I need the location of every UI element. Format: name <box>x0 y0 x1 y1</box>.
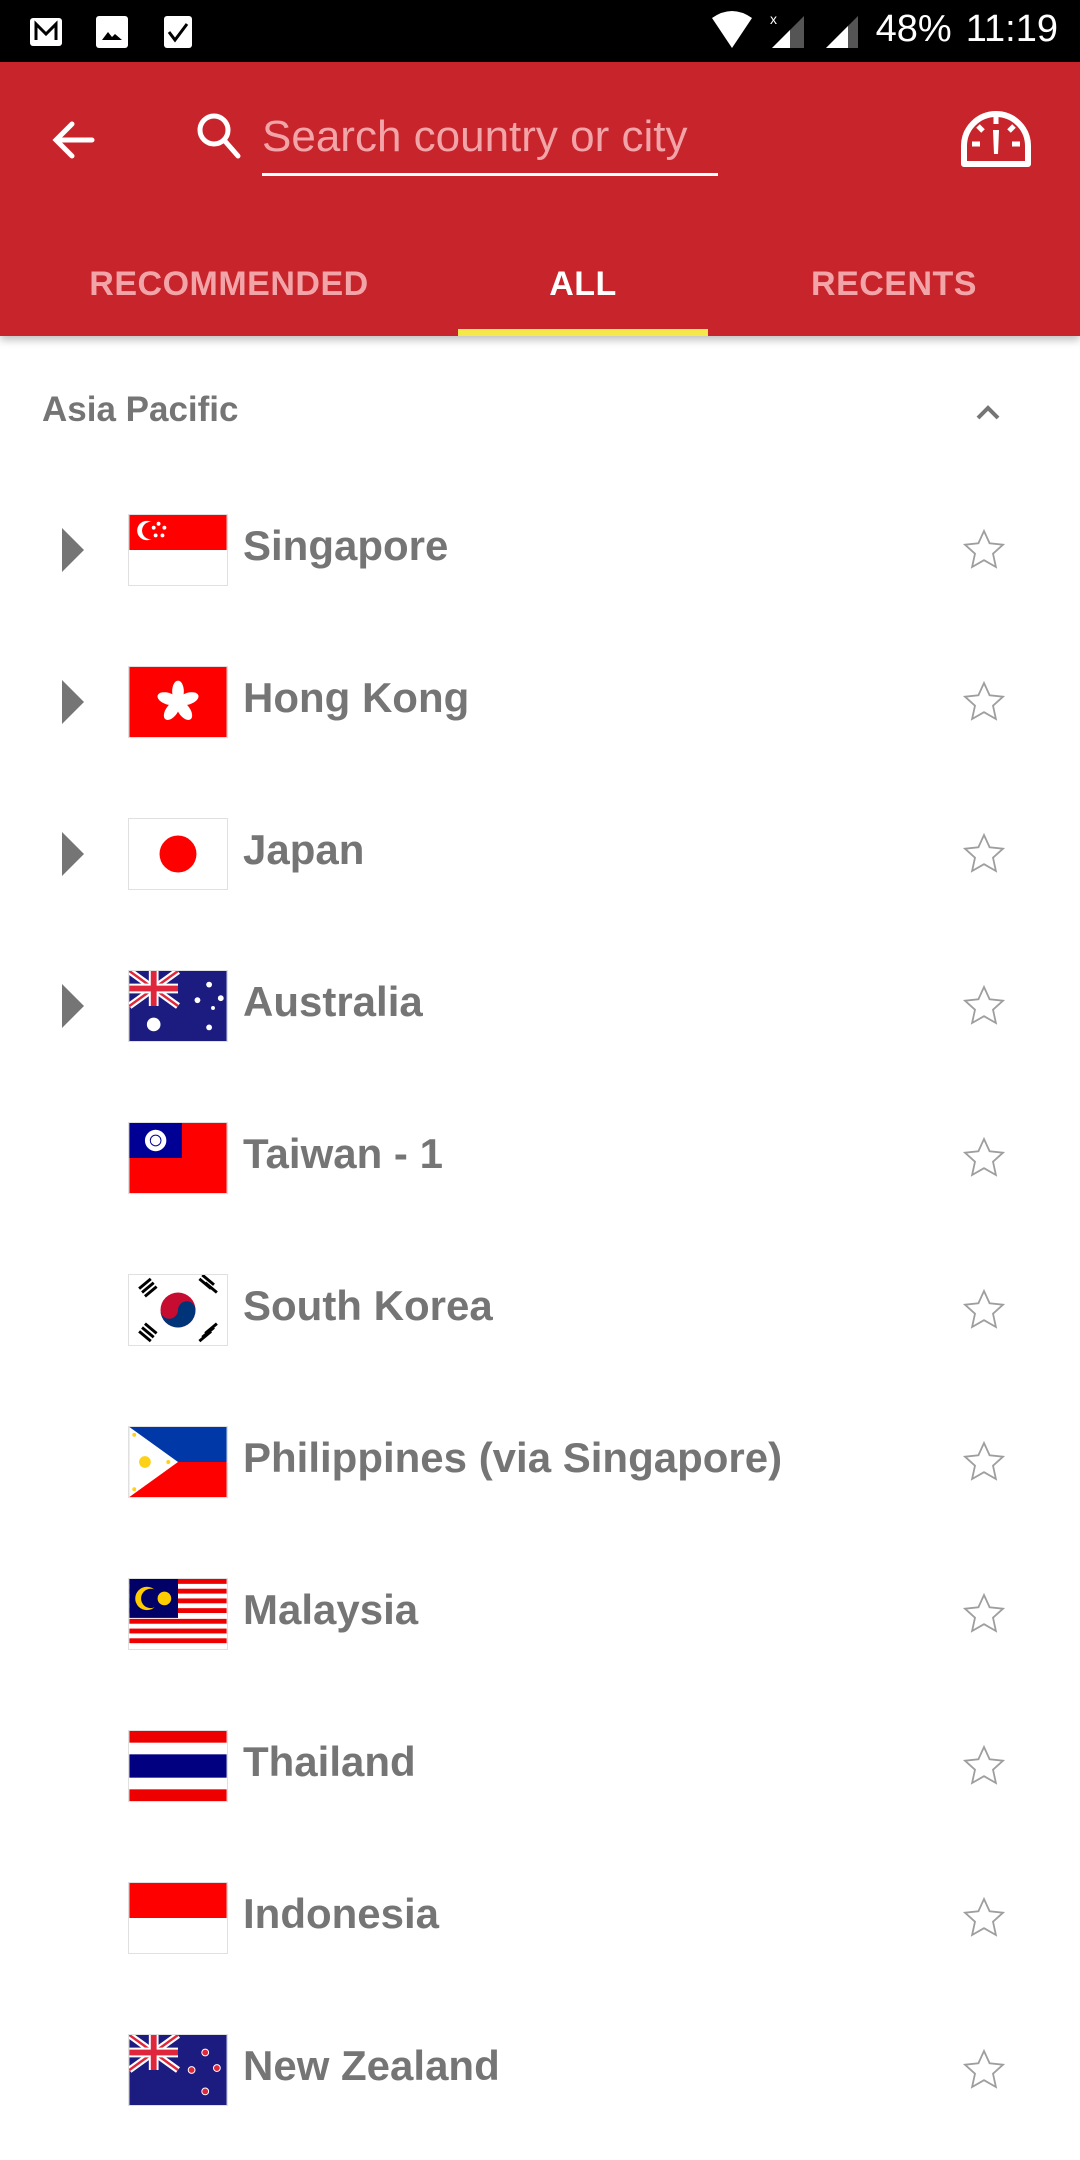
country-name: Japan <box>243 826 365 873</box>
expand-arrow-icon[interactable] <box>62 680 84 724</box>
country-name: Philippines (via Singapore) <box>243 1434 783 1481</box>
flag-taiwan-icon <box>128 1122 228 1194</box>
star-outline-icon[interactable] <box>962 528 1006 572</box>
list-item[interactable]: Philippines (via Singapore) <box>0 1386 1080 1538</box>
gallery-icon <box>96 16 128 48</box>
star-outline-icon[interactable] <box>962 1592 1006 1636</box>
speedometer-icon[interactable] <box>958 106 1034 170</box>
tab-bar: RECOMMENDED ALL RECENTS <box>0 232 1080 336</box>
svg-text:x: x <box>770 11 777 27</box>
list-item[interactable]: Malaysia <box>0 1538 1080 1690</box>
flag-south-korea-icon <box>128 1274 228 1346</box>
country-list: Singapore Hong Kong Japan Australia Taiw… <box>0 474 1080 2146</box>
flag-indonesia-icon <box>128 1882 228 1954</box>
star-outline-icon[interactable] <box>962 832 1006 876</box>
wifi-icon <box>711 10 752 48</box>
search-field[interactable] <box>262 100 718 176</box>
country-name: Hong Kong <box>243 674 470 721</box>
expand-arrow-icon[interactable] <box>62 832 84 876</box>
chevron-up-icon[interactable] <box>970 394 1006 430</box>
flag-thailand-icon <box>128 1730 228 1802</box>
flag-philippines-icon <box>128 1426 228 1498</box>
country-name: Taiwan - 1 <box>243 1130 443 1177</box>
country-name: New Zealand <box>243 2042 500 2089</box>
mobile-signal-no-data-icon: x <box>770 11 804 48</box>
search-input[interactable] <box>262 100 718 173</box>
country-name: Singapore <box>243 522 449 569</box>
section-title: Asia Pacific <box>42 390 239 429</box>
star-outline-icon[interactable] <box>962 1440 1006 1484</box>
tab-all[interactable]: ALL <box>458 232 708 336</box>
tasks-icon <box>164 16 192 48</box>
country-name: Malaysia <box>243 1586 419 1633</box>
status-bar: x 48% 11:19 <box>0 0 1080 62</box>
battery-level: 48% <box>875 8 952 50</box>
country-name: Indonesia <box>243 1890 440 1937</box>
expand-arrow-icon[interactable] <box>62 984 84 1028</box>
expand-arrow-icon[interactable] <box>62 528 84 572</box>
star-outline-icon[interactable] <box>962 1744 1006 1788</box>
search-icon <box>197 113 241 159</box>
list-item[interactable]: South Korea <box>0 1234 1080 1386</box>
list-item[interactable]: New Zealand <box>0 1994 1080 2146</box>
list-item[interactable]: Indonesia <box>0 1842 1080 1994</box>
list-item[interactable]: Australia <box>0 930 1080 1082</box>
country-name: South Korea <box>243 1282 493 1329</box>
clock: 11:19 <box>965 8 1058 50</box>
country-name: Thailand <box>243 1738 416 1785</box>
app-bar: RECOMMENDED ALL RECENTS <box>0 62 1080 336</box>
flag-malaysia-icon <box>128 1578 228 1650</box>
star-outline-icon[interactable] <box>962 1896 1006 1940</box>
star-outline-icon[interactable] <box>962 984 1006 1028</box>
signal-icon <box>825 15 858 48</box>
star-outline-icon[interactable] <box>962 1288 1006 1332</box>
list-item[interactable]: Thailand <box>0 1690 1080 1842</box>
list-item[interactable]: Japan <box>0 778 1080 930</box>
flag-australia-icon <box>128 970 228 1042</box>
arrow-back-icon[interactable] <box>44 110 104 170</box>
flag-new-zealand-icon <box>128 2034 228 2106</box>
star-outline-icon[interactable] <box>962 1136 1006 1180</box>
section-header-asia-pacific[interactable]: Asia Pacific <box>0 360 1080 460</box>
list-item[interactable]: Singapore <box>0 474 1080 626</box>
star-outline-icon[interactable] <box>962 680 1006 724</box>
list-item[interactable]: Taiwan - 1 <box>0 1082 1080 1234</box>
country-name: Australia <box>243 978 423 1025</box>
tab-recommended[interactable]: RECOMMENDED <box>0 232 458 336</box>
list-item[interactable]: Hong Kong <box>0 626 1080 778</box>
flag-hong-kong-icon <box>128 666 228 738</box>
flag-japan-icon <box>128 818 228 890</box>
flag-singapore-icon <box>128 514 228 586</box>
tab-recents[interactable]: RECENTS <box>708 232 1080 336</box>
gmail-icon <box>30 18 62 46</box>
star-outline-icon[interactable] <box>962 2048 1006 2092</box>
